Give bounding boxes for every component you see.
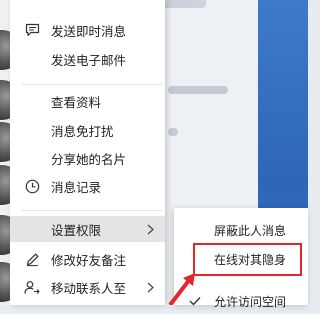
background-text (168, 86, 228, 94)
pencil-icon (24, 251, 40, 267)
menu-item-send-email[interactable]: 发送电子邮件 (10, 46, 165, 72)
submenu-item-label: 屏蔽此人消息 (214, 223, 287, 238)
submenu-item-allow-space-access[interactable]: 允许访问空间 (174, 288, 308, 314)
clock-icon (24, 178, 40, 194)
menu-item-send-instant-message[interactable]: 发送即时消息 (10, 17, 165, 43)
menu-separator (22, 210, 162, 211)
contact-context-menu: 发送即时消息 发送电子邮件 查看资料 消息免打扰 分享她的名片 消息记录 设置权… (10, 0, 165, 305)
menu-item-move-contact[interactable]: 移动联系人至 (10, 274, 165, 300)
menu-item-label: 发送电子邮件 (51, 52, 127, 68)
menu-item-share-card[interactable]: 分享她的名片 (10, 145, 165, 171)
submenu-item-label: 在线对其隐身 (214, 252, 287, 267)
chat-bubble-icon (24, 22, 40, 38)
menu-item-view-profile[interactable]: 查看资料 (10, 88, 165, 114)
menu-item-edit-remark[interactable]: 修改好友备注 (10, 246, 165, 272)
checkmark-icon (188, 294, 202, 308)
submenu-item-invisible-to-contact[interactable]: 在线对其隐身 (174, 246, 308, 272)
menu-item-label: 发送即时消息 (51, 23, 127, 39)
menu-item-label: 消息记录 (51, 179, 102, 195)
person-move-icon (24, 279, 40, 295)
permissions-submenu: 屏蔽此人消息 在线对其隐身 允许访问空间 (174, 208, 308, 309)
menu-item-label: 查看资料 (51, 94, 102, 110)
menu-item-set-permissions[interactable]: 设置权限 (10, 216, 165, 242)
menu-item-label: 分享她的名片 (51, 151, 127, 167)
menu-item-label: 修改好友备注 (51, 252, 127, 268)
chevron-right-icon (145, 281, 155, 293)
background-text (168, 128, 178, 136)
menu-separator (22, 84, 162, 85)
menu-item-label: 移动联系人至 (51, 280, 127, 296)
menu-item-label: 设置权限 (51, 222, 102, 238)
submenu-item-label: 允许访问空间 (214, 294, 287, 309)
menu-item-message-history[interactable]: 消息记录 (10, 173, 165, 199)
menu-item-do-not-disturb[interactable]: 消息免打扰 (10, 117, 165, 143)
chevron-right-icon (145, 223, 155, 235)
menu-item-label: 消息免打扰 (51, 123, 114, 139)
submenu-item-block-messages[interactable]: 屏蔽此人消息 (174, 217, 308, 243)
